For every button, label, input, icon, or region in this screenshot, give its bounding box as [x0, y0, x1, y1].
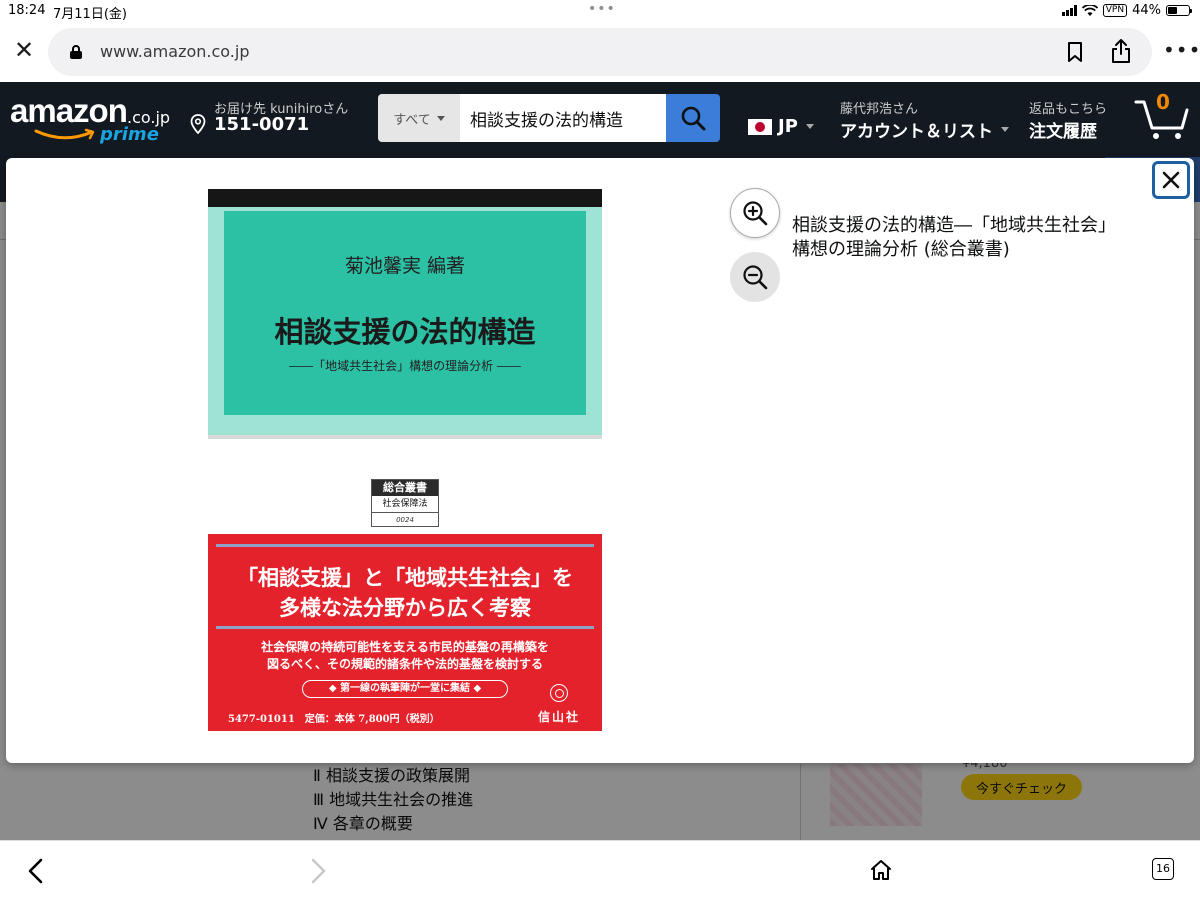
share-icon[interactable] [1110, 38, 1132, 64]
cover-author: 菊池馨実 編著 [344, 255, 466, 277]
returns-label: 返品もこちら [1029, 102, 1108, 117]
vpn-badge: VPN [1102, 4, 1128, 17]
obi-headline-1: 「相談支援」と「地域共生社会」を [237, 566, 573, 590]
cover-title: 相談支援の法的構造 [274, 315, 536, 349]
obi-body-2: 図るべく、その規範的諸条件や法的基盤を検討する [266, 657, 543, 671]
cover-subtitle: ――「地域共生社会」構想の理論分析 ―― [289, 359, 521, 373]
chevron-down-icon [805, 124, 814, 129]
address-bar[interactable]: www.amazon.co.jp [48, 28, 1152, 76]
zoom-out-icon [743, 265, 768, 290]
series-name: 総合叢書 [372, 480, 438, 496]
product-title: 相談支援の法的構造―「地域共生社会」構想の理論分析 (総合叢書) [792, 215, 1116, 260]
account-menu[interactable]: 藤代邦浩さん アカウント＆リスト [840, 98, 1009, 142]
amazon-header: amazon .co.jp prime お届け先 kunihiroさん 151-… [0, 82, 1200, 157]
publisher-logo-icon [550, 684, 568, 702]
search-category-dropdown[interactable]: すべて [378, 94, 460, 142]
back-icon[interactable] [26, 858, 46, 884]
orders-link[interactable]: 返品もこちら 注文履歴 [1029, 98, 1107, 142]
obi-headline-2: 多様な法分野から広く考察 [279, 596, 531, 620]
forward-icon[interactable] [308, 858, 328, 884]
location-pin-icon [190, 114, 206, 134]
zoom-in-button[interactable] [730, 188, 780, 238]
obi-publisher: 信山社 [538, 710, 581, 724]
multitasking-dots-icon[interactable]: ••• [588, 1, 616, 17]
language-label: JP [778, 116, 798, 137]
series-number: 0024 [396, 516, 414, 524]
search-category-label: すべて [393, 112, 431, 128]
language-selector[interactable]: JP [748, 116, 814, 137]
browser-bottom-toolbar: 16 [0, 840, 1200, 900]
image-viewer-modal: 菊池馨実 編著 相談支援の法的構造 ――「地域共生社会」構想の理論分析 ―― 総… [6, 158, 1194, 763]
cart-button[interactable]: 0 [1134, 90, 1190, 142]
obi-rule [216, 626, 594, 629]
modal-close-button[interactable] [1152, 161, 1190, 199]
cover-teal-panel: 菊池馨実 編著 相談支援の法的構造 ――「地域共生社会」構想の理論分析 ―― [208, 207, 602, 435]
obi-body-1: 社会保障の持続可能性を支える市民的基盤の再構築を [261, 640, 549, 654]
cover-series-badge: 総合叢書 社会保障法 0024 [371, 479, 439, 527]
amazon-smile-icon [34, 128, 95, 140]
lock-icon [70, 45, 82, 59]
search-input[interactable]: 相談支援の法的構造 [460, 94, 666, 142]
cover-title-panel: 菊池馨実 編著 相談支援の法的構造 ――「地域共生社会」構想の理論分析 ―― [224, 211, 586, 415]
chevron-down-icon [436, 115, 445, 121]
home-icon[interactable] [869, 858, 893, 882]
close-icon[interactable]: ✕ [12, 38, 36, 62]
obi-rule [216, 544, 594, 547]
cover-obi-band: 「相談支援」と「地域共生社会」を 多様な法分野から広く考察 社会保障の持続可能性… [208, 534, 602, 731]
zoom-out-button[interactable] [730, 252, 780, 302]
bookmark-icon[interactable] [1066, 41, 1084, 63]
account-label: アカウント＆リスト [840, 122, 993, 142]
status-bar: 18:24 7月11日(金) ••• VPN 44% [0, 0, 1200, 22]
obi-pill: ◆ 第一線の執筆陣が一堂に集結 ◆ [302, 680, 508, 698]
status-time: 18:24 [8, 3, 46, 18]
cellular-signal-icon [1061, 5, 1077, 16]
orders-label: 注文履歴 [1029, 122, 1097, 142]
url-text[interactable]: www.amazon.co.jp [100, 42, 249, 61]
cover-top-band [208, 189, 602, 207]
obi-price: 5477-01011 定価：本体 7,800円（税別） [228, 714, 440, 725]
book-cover-image[interactable]: 菊池馨実 編著 相談支援の法的構造 ――「地域共生社会」構想の理論分析 ―― 総… [208, 189, 602, 731]
chevron-down-icon [1001, 127, 1009, 132]
account-greeting: 藤代邦浩さん [840, 102, 919, 117]
postal-code: 151-0071 [214, 114, 310, 135]
account-label-row: アカウント＆リスト [840, 117, 1009, 142]
status-indicators: VPN 44% [1061, 3, 1192, 18]
japan-flag-icon [748, 118, 772, 135]
cart-count: 0 [1156, 90, 1170, 114]
close-icon [1162, 171, 1180, 189]
logo-prime: prime [100, 124, 159, 145]
search-button[interactable] [666, 94, 720, 142]
tabs-count-icon[interactable]: 16 [1152, 858, 1174, 880]
zoom-in-icon [743, 201, 768, 226]
amazon-logo[interactable]: amazon .co.jp prime [10, 92, 170, 145]
series-field: 社会保障法 [372, 496, 438, 513]
cover-divider [208, 435, 602, 439]
wifi-icon [1081, 4, 1098, 16]
search-icon [681, 106, 706, 131]
more-options-icon[interactable]: ••• [1163, 40, 1200, 60]
status-date: 7月11日(金) [53, 7, 127, 22]
search-bar: すべて 相談支援の法的構造 [378, 94, 720, 142]
browser-toolbar: ✕ www.amazon.co.jp ••• [0, 22, 1200, 82]
battery-percent: 44% [1132, 3, 1161, 18]
battery-icon [1166, 5, 1192, 16]
